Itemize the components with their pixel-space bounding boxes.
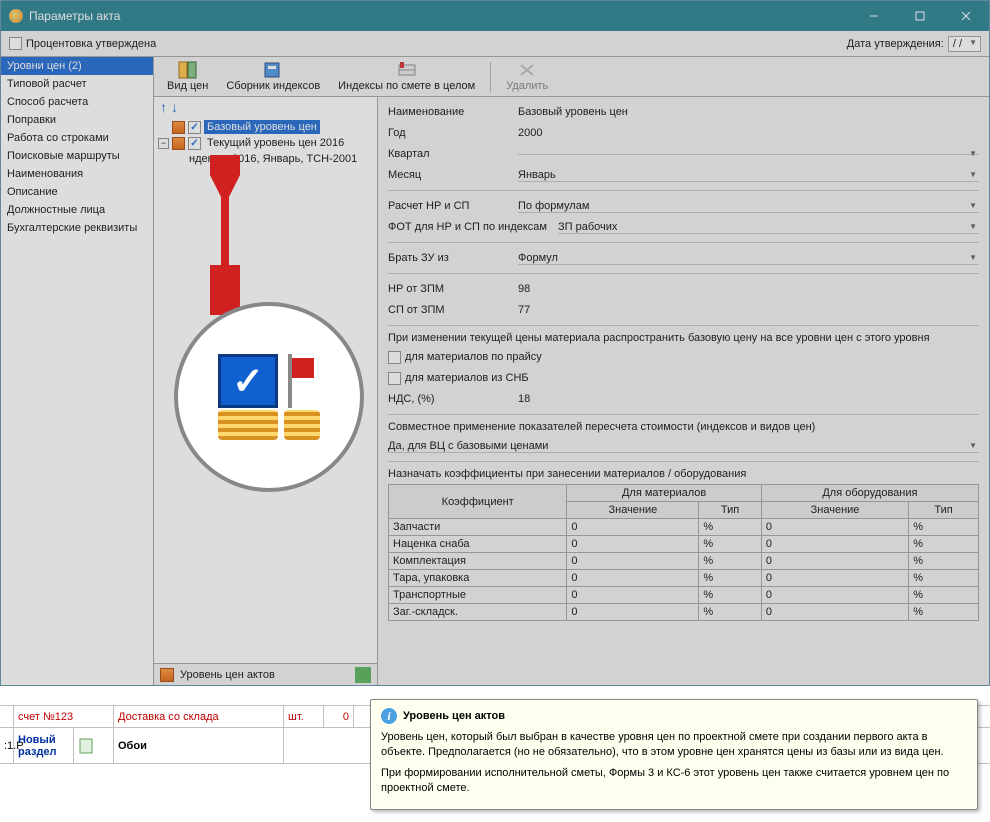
table-cell[interactable]: Заг.-складск.	[389, 604, 567, 621]
approved-checkbox[interactable]	[9, 37, 22, 50]
date-field[interactable]: / /	[948, 36, 981, 52]
tree-check[interactable]	[188, 121, 201, 134]
sidebar-item-routes[interactable]: Поисковые маршруты	[1, 147, 153, 165]
tree-current-level[interactable]: Текущий уровень цен 2016	[204, 136, 347, 150]
prop-month[interactable]: Январь	[518, 169, 979, 182]
toolbar: Вид цен Сборник индексов Индексы по смет…	[154, 57, 989, 97]
prop-year[interactable]: 2000	[518, 127, 979, 139]
doc-icon	[78, 738, 94, 754]
sidebar-item-officials[interactable]: Должностные лица	[1, 201, 153, 219]
grid-cell[interactable]: 0	[324, 706, 354, 727]
table-cell[interactable]: Комплектация	[389, 553, 567, 570]
minimize-button[interactable]	[851, 1, 897, 31]
sidebar-item-corrections[interactable]: Поправки	[1, 111, 153, 129]
table-cell[interactable]: Наценка снаба	[389, 536, 567, 553]
window: Параметры акта Процентовка утверждена Да…	[0, 0, 990, 686]
tb-indexes-whole[interactable]: Индексы по смете в целом	[331, 58, 482, 95]
sidebar: Уровни цен (2) Типовой расчет Способ рас…	[1, 57, 154, 685]
date-label: Дата утверждения:	[847, 38, 944, 50]
sidebar-item-typical[interactable]: Типовой расчет	[1, 75, 153, 93]
move-up-icon[interactable]: ↑	[160, 99, 167, 115]
grid-cell[interactable]: шт.	[284, 706, 324, 727]
table-cell[interactable]: Тара, упаковка	[389, 570, 567, 587]
grid-cell[interactable]: счет №123	[14, 706, 114, 727]
app-icon	[9, 9, 23, 23]
tree-collapse[interactable]: −	[158, 138, 169, 149]
status-text: Уровень цен актов	[180, 669, 275, 681]
prop-nds[interactable]: 18	[518, 393, 979, 405]
sidebar-item-names[interactable]: Наименования	[1, 165, 153, 183]
statusbar: Уровень цен актов	[154, 663, 377, 685]
level-icon	[172, 137, 185, 150]
grid-cell[interactable]: Доставка со склада	[114, 706, 284, 727]
tree-base-level[interactable]: Базовый уровень цен	[204, 120, 320, 134]
status-help-icon[interactable]	[355, 667, 371, 683]
prop-name[interactable]: Базовый уровень цен	[518, 106, 979, 118]
close-button[interactable]	[943, 1, 989, 31]
tb-index-collection[interactable]: Сборник индексов	[219, 58, 327, 95]
chk-materials-price[interactable]	[388, 351, 401, 364]
prop-calc[interactable]: По формулам	[518, 200, 979, 213]
sidebar-item-rows[interactable]: Работа со строками	[1, 129, 153, 147]
flag-icon	[288, 354, 316, 408]
sidebar-item-accounting[interactable]: Бухгалтерские реквизиты	[1, 219, 153, 237]
chk-materials-snb[interactable]	[388, 372, 401, 385]
annotation-arrow	[210, 155, 240, 315]
grid-cell[interactable]: Обои	[114, 728, 284, 763]
move-down-icon[interactable]: ↓	[171, 99, 178, 115]
maximize-button[interactable]	[897, 1, 943, 31]
properties-pane: НаименованиеБазовый уровень цен Год2000 …	[378, 97, 989, 685]
info-icon: i	[381, 708, 397, 724]
topbar: Процентовка утверждена Дата утверждения:…	[1, 31, 989, 57]
tb-view-prices[interactable]: Вид цен	[160, 58, 215, 95]
sidebar-item-calcmethod[interactable]: Способ расчета	[1, 93, 153, 111]
prop-fot[interactable]: ЗП рабочих	[558, 221, 979, 234]
window-title: Параметры акта	[29, 9, 851, 23]
tooltip: iУровень цен актов Уровень цен, который …	[370, 699, 978, 810]
approved-label: Процентовка утверждена	[26, 38, 156, 50]
tree-check[interactable]	[188, 137, 201, 150]
sidebar-item-description[interactable]: Описание	[1, 183, 153, 201]
titlebar: Параметры акта	[1, 1, 989, 31]
checkbox-zoom-icon	[218, 354, 278, 408]
grid-cell[interactable]: Новый раздел	[14, 728, 74, 763]
prop-combine[interactable]: Да, для ВЦ с базовыми ценами	[388, 440, 979, 453]
prop-sp[interactable]: 77	[518, 304, 979, 316]
tb-delete: Удалить	[499, 58, 555, 95]
prop-zu[interactable]: Формул	[518, 252, 979, 265]
prop-quarter[interactable]	[518, 154, 979, 155]
table-cell[interactable]: Запчасти	[389, 519, 567, 536]
annotation-zoom	[174, 302, 364, 492]
sidebar-item-levels[interactable]: Уровни цен (2)	[1, 57, 153, 75]
level-icon	[172, 121, 185, 134]
prop-nr[interactable]: 98	[518, 283, 979, 295]
status-icon	[160, 668, 174, 682]
table-cell[interactable]: Транспортные	[389, 587, 567, 604]
koef-table: КоэффициентДля материаловДля оборудовани…	[388, 484, 979, 621]
